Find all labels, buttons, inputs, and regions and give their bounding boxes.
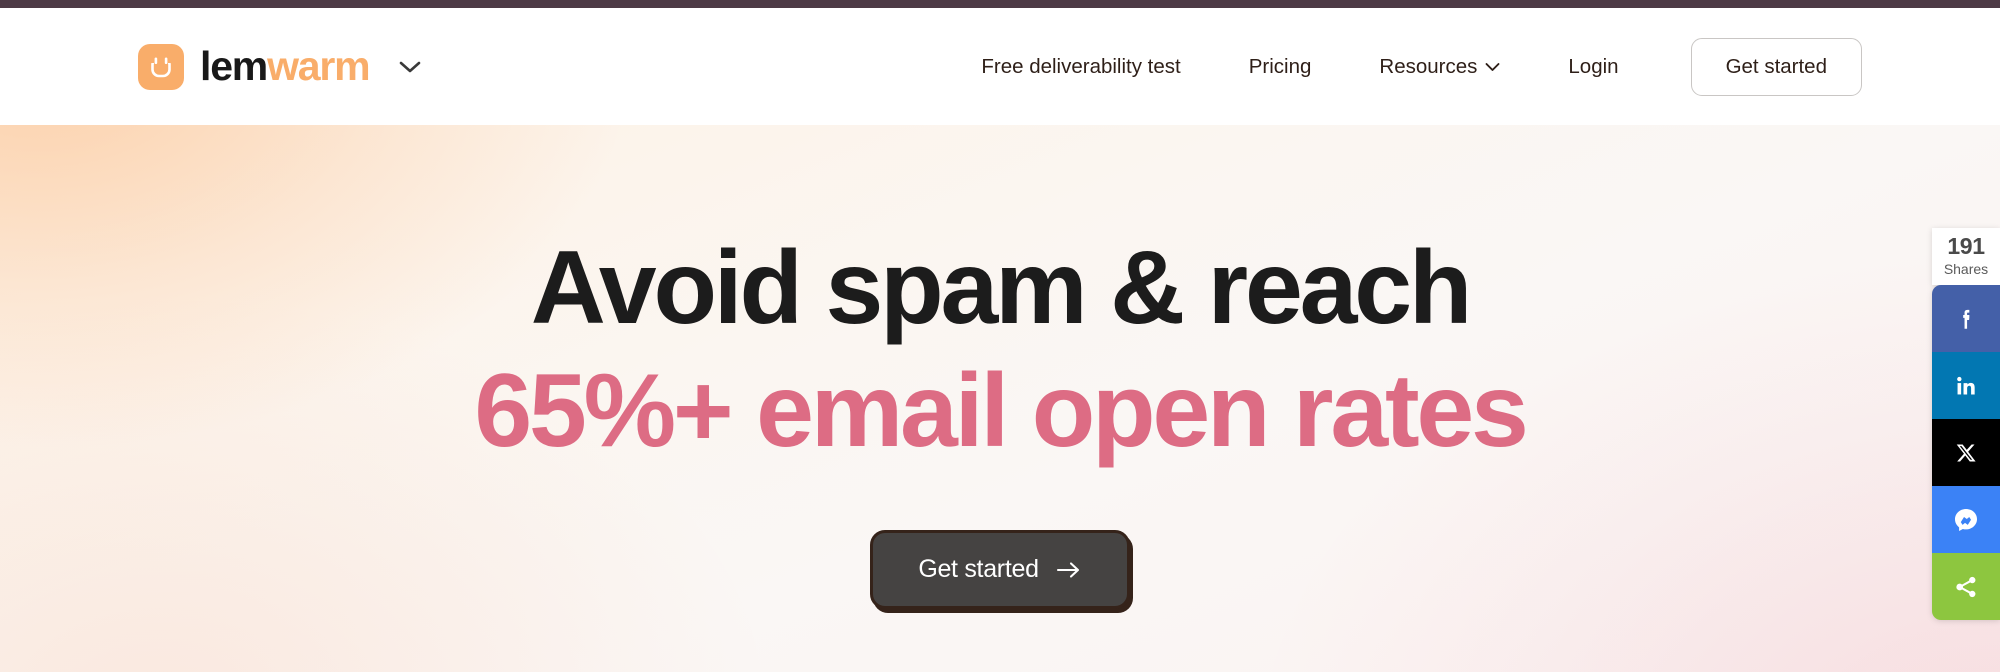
nav-item-label: Login [1568,54,1619,78]
hero-headline-line-2: 65%+ email open rates [474,352,1529,469]
x-twitter-icon [1954,441,1978,465]
brand-wordmark: lemwarm [200,43,371,89]
facebook-icon [1953,306,1979,332]
top-accent-bar [0,0,2000,8]
share-button-facebook[interactable] [1932,285,2000,352]
share-nodes-icon [1953,574,1979,600]
hero-headline-line-1: Avoid spam & reach [530,230,1473,346]
chevron-down-icon[interactable] [399,60,421,74]
share-count-number: 191 [1947,233,1985,259]
share-button-messenger[interactable] [1932,486,2000,553]
share-button-x[interactable] [1932,419,2000,486]
nav-item-label: Free deliverability test [981,54,1181,78]
hero-get-started-button[interactable]: Get started [870,530,1130,610]
nav-get-started-button[interactable]: Get started [1690,37,1862,96]
brand-logo[interactable]: lemwarm [138,43,421,90]
social-share-rail: 191 Shares [1932,228,2000,620]
nav-item-free-deliverability-test[interactable]: Free deliverability test [981,45,1180,89]
hero-cta-container: Get started [870,530,1130,610]
brand-name-first: lem [200,43,268,89]
nav-item-label: Pricing [1248,54,1312,78]
share-button-linkedin[interactable] [1932,352,2000,419]
brand-name-second: warm [267,43,371,89]
site-header: lemwarm Free deliverability test Pricing… [0,8,2000,125]
hero-section: Avoid spam & reach 65%+ email open rates… [0,125,2000,672]
share-count-label: Shares [1943,261,1989,277]
messenger-icon [1951,505,1981,535]
nav-item-pricing[interactable]: Pricing [1249,45,1312,89]
nav-item-login[interactable]: Login [1568,45,1618,89]
chevron-down-icon [1485,62,1500,72]
hero-cta-label: Get started [918,555,1039,584]
lemwarm-logo-icon [138,43,184,90]
primary-navigation: Free deliverability test Pricing Resourc… [981,37,1862,96]
linkedin-icon [1953,373,1979,399]
nav-item-resources[interactable]: Resources [1379,45,1500,89]
share-count-box: 191 Shares [1932,228,2000,285]
arrow-right-icon [1056,561,1082,579]
share-button-more[interactable] [1932,553,2000,620]
page-root: lemwarm Free deliverability test Pricing… [0,0,2000,672]
hero-headline: Avoid spam & reach 65%+ email open rates [474,227,1529,472]
nav-item-label: Resources [1379,54,1478,78]
